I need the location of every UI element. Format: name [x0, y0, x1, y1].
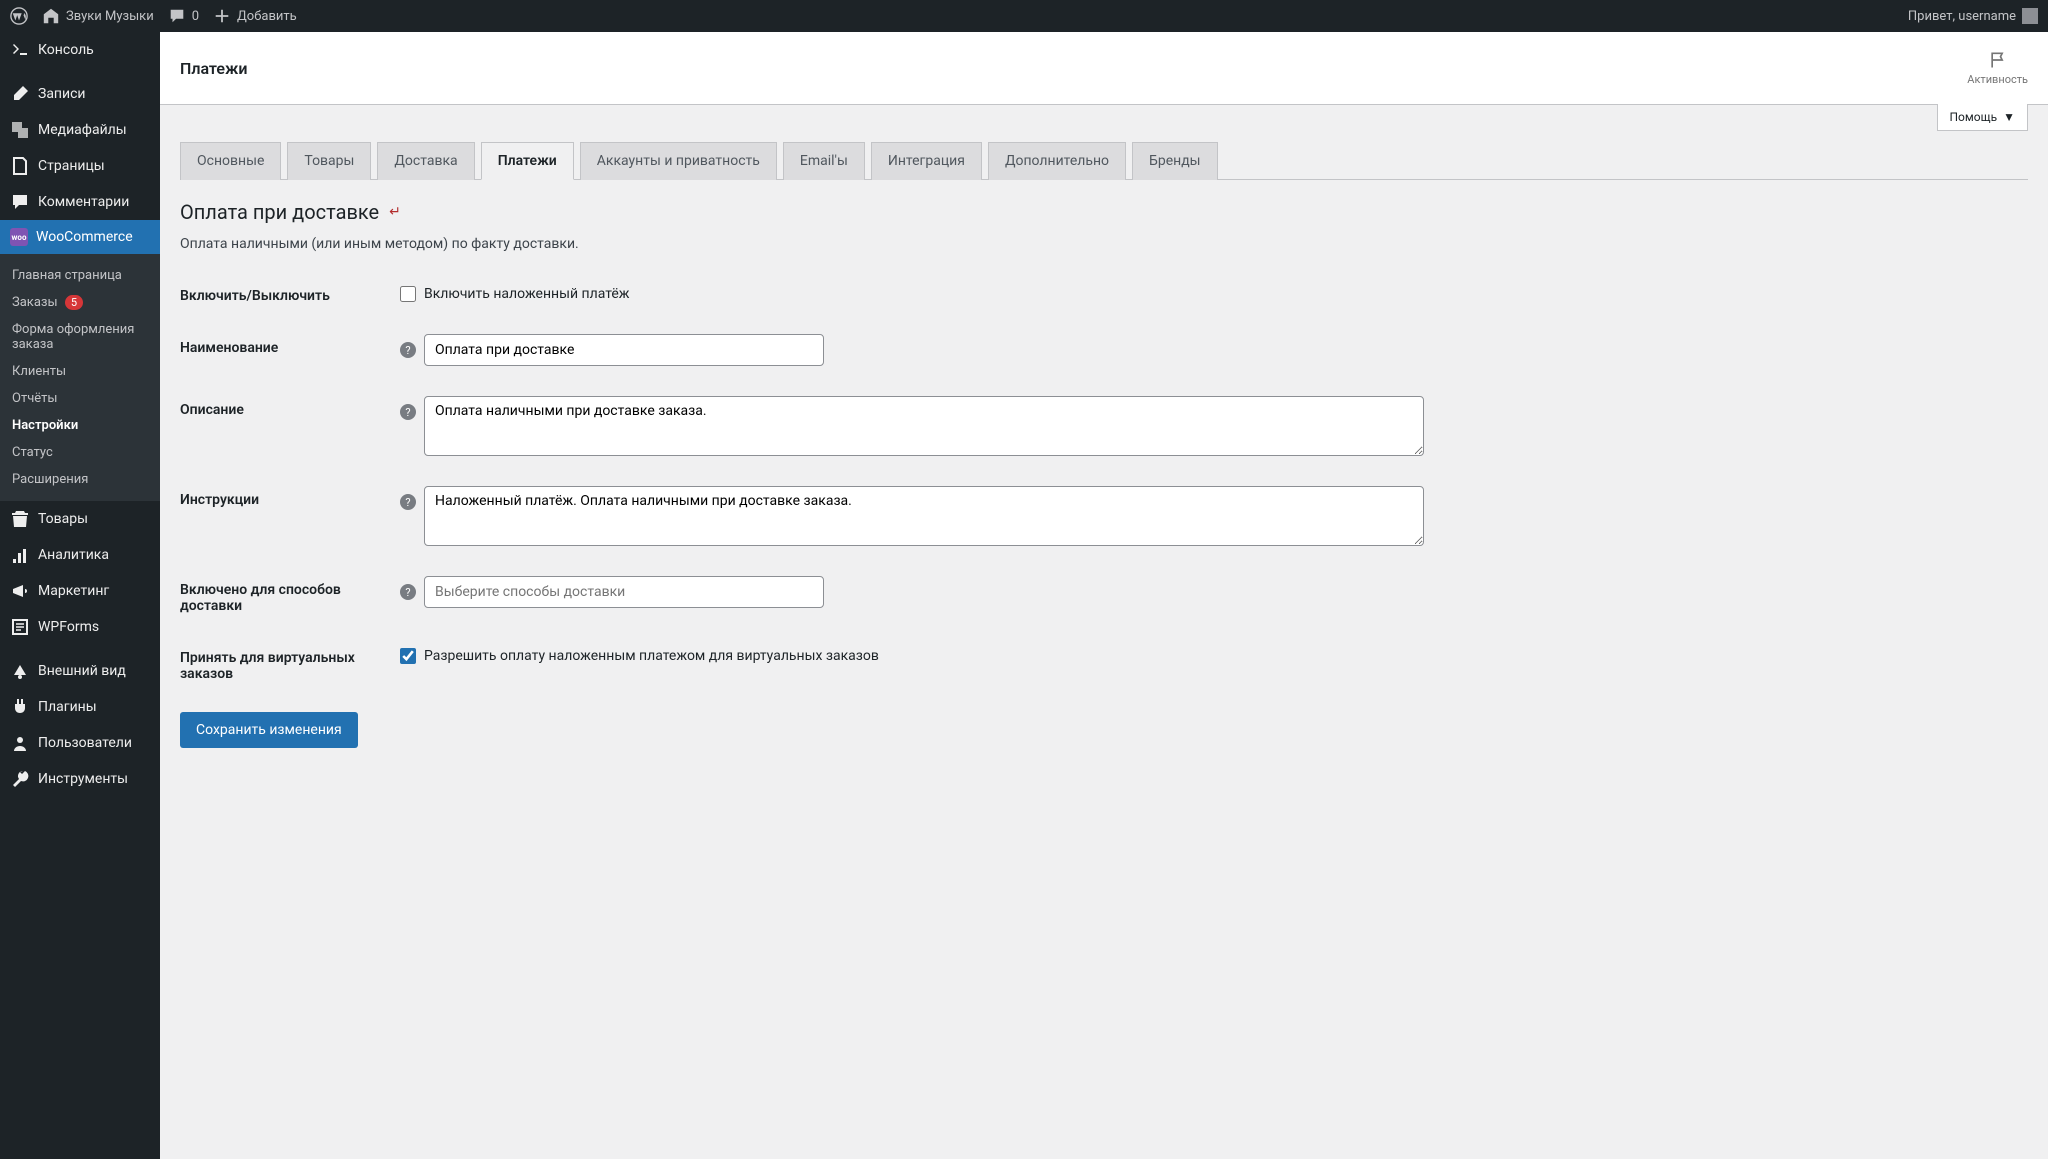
submenu-customers[interactable]: Клиенты	[0, 358, 160, 385]
tab-general[interactable]: Основные	[180, 142, 281, 180]
help-tab[interactable]: Помощь ▼	[1937, 104, 2029, 131]
enable-checkbox-wrap[interactable]: Включить наложенный платёж	[400, 282, 630, 302]
help-tip-icon[interactable]: ?	[400, 584, 416, 600]
enable-label: Включить/Выключить	[180, 282, 400, 304]
user-greeting[interactable]: Привет, username	[1908, 8, 2038, 24]
submenu-home[interactable]: Главная страница	[0, 262, 160, 289]
title-input[interactable]	[424, 334, 824, 366]
menu-comments[interactable]: Комментарии	[0, 184, 160, 220]
tab-emails[interactable]: Email'ы	[783, 142, 865, 180]
menu-tools[interactable]: Инструменты	[0, 761, 160, 797]
activity-button[interactable]: Активность	[1967, 50, 2028, 86]
flag-icon	[1988, 50, 2008, 70]
description-textarea[interactable]	[424, 396, 1424, 456]
instructions-label: Инструкции	[180, 486, 400, 508]
admin-sidebar: Консоль Записи Медиафайлы Страницы Комме…	[0, 32, 160, 1159]
page-title: Платежи	[180, 59, 248, 78]
main-content: Платежи Активность Помощь ▼ Основные Тов…	[160, 32, 2048, 1159]
submenu-checkout-form[interactable]: Форма оформления заказа	[0, 316, 160, 358]
menu-products[interactable]: Товары	[0, 501, 160, 537]
admin-bar: Звуки Музыки 0 Добавить Привет, username	[0, 0, 2048, 32]
save-button[interactable]: Сохранить изменения	[180, 712, 358, 748]
settings-tabs: Основные Товары Доставка Платежи Аккаунт…	[180, 141, 2028, 180]
menu-wpforms[interactable]: WPForms	[0, 609, 160, 645]
menu-plugins[interactable]: Плагины	[0, 689, 160, 725]
chevron-down-icon: ▼	[2003, 110, 2015, 124]
tab-brands[interactable]: Бренды	[1132, 142, 1218, 180]
enable-checkbox[interactable]	[400, 286, 416, 302]
tab-shipping[interactable]: Доставка	[377, 142, 474, 180]
instructions-textarea[interactable]	[424, 486, 1424, 546]
menu-analytics[interactable]: Аналитика	[0, 537, 160, 573]
site-name-text: Звуки Музыки	[66, 9, 154, 24]
virtual-label: Принять для виртуальных заказов	[180, 644, 400, 682]
description-label: Описание	[180, 396, 400, 418]
tab-advanced[interactable]: Дополнительно	[988, 142, 1126, 180]
site-name-link[interactable]: Звуки Музыки	[42, 7, 154, 25]
shipping-methods-label: Включено для способов доставки	[180, 576, 400, 614]
title-label: Наименование	[180, 334, 400, 356]
menu-woocommerce[interactable]: wooWooCommerce	[0, 220, 160, 254]
menu-marketing[interactable]: Маркетинг	[0, 573, 160, 609]
section-title: Оплата при доставке ↵	[180, 200, 2028, 224]
section-description: Оплата наличными (или иным методом) по ф…	[180, 236, 2028, 252]
woocommerce-icon: woo	[10, 228, 28, 246]
orders-badge: 5	[65, 295, 83, 310]
shipping-methods-select[interactable]: Выберите способы доставки	[424, 576, 824, 608]
submenu-status[interactable]: Статус	[0, 439, 160, 466]
submenu-extensions[interactable]: Расширения	[0, 466, 160, 493]
virtual-checkbox[interactable]	[400, 648, 416, 664]
menu-console[interactable]: Консоль	[0, 32, 160, 68]
submenu-reports[interactable]: Отчёты	[0, 385, 160, 412]
back-link[interactable]: ↵	[389, 204, 401, 220]
tab-accounts[interactable]: Аккаунты и приватность	[580, 142, 777, 180]
wp-logo[interactable]	[10, 7, 28, 25]
menu-users[interactable]: Пользователи	[0, 725, 160, 761]
menu-appearance[interactable]: Внешний вид	[0, 653, 160, 689]
tab-payments[interactable]: Платежи	[481, 142, 574, 180]
comments-link[interactable]: 0	[168, 7, 199, 25]
help-tip-icon[interactable]: ?	[400, 404, 416, 420]
woocommerce-submenu: Главная страница Заказы 5 Форма оформлен…	[0, 254, 160, 501]
comments-count: 0	[192, 9, 199, 24]
tab-integration[interactable]: Интеграция	[871, 142, 982, 180]
submenu-settings[interactable]: Настройки	[0, 412, 160, 439]
page-header: Платежи Активность	[160, 32, 2048, 105]
add-new-text: Добавить	[237, 9, 297, 24]
submenu-orders[interactable]: Заказы 5	[0, 289, 160, 316]
menu-media[interactable]: Медиафайлы	[0, 112, 160, 148]
virtual-checkbox-wrap[interactable]: Разрешить оплату наложенным платежом для…	[400, 644, 879, 664]
tab-products[interactable]: Товары	[287, 142, 371, 180]
help-tip-icon[interactable]: ?	[400, 342, 416, 358]
add-new-link[interactable]: Добавить	[213, 7, 297, 25]
menu-posts[interactable]: Записи	[0, 76, 160, 112]
menu-pages[interactable]: Страницы	[0, 148, 160, 184]
help-tip-icon[interactable]: ?	[400, 494, 416, 510]
avatar	[2022, 8, 2038, 24]
